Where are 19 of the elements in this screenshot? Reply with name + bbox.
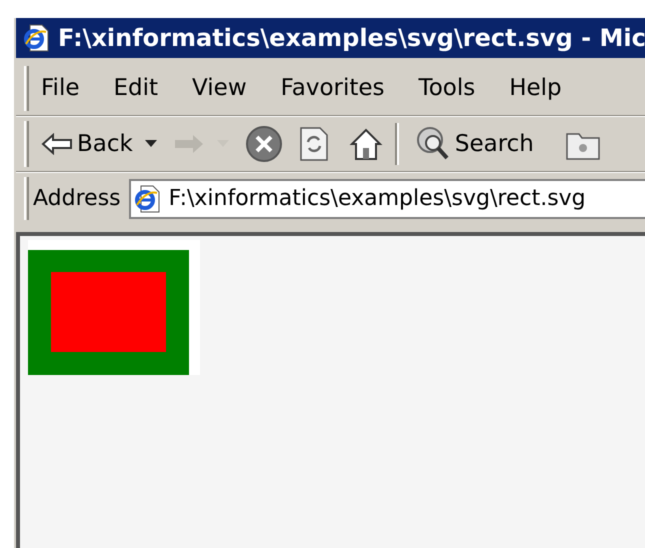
back-button[interactable]: Back [41,126,133,162]
left-arrow-icon [41,133,73,155]
right-arrow-icon [172,133,205,155]
window-title: F:\xinformatics\examples\svg\rect.svg - Mic [58,23,645,54]
browser-icon [24,24,50,52]
page-icon [134,184,161,212]
caret-icon[interactable] [144,140,157,148]
menu-item[interactable]: File [41,71,80,106]
menu-item[interactable]: Edit [114,71,158,106]
address-label: Address [33,185,121,213]
menu-item[interactable]: Help [509,71,562,106]
menu-item[interactable]: Favorites [280,71,385,106]
menu-item[interactable]: View [192,71,247,106]
address-field[interactable]: F:\xinformatics\examples\svg\rect.svg [128,178,645,218]
house-icon[interactable] [348,127,383,161]
menu-item[interactable]: Tools [418,71,476,106]
refresh-icon[interactable] [298,126,329,162]
stop-icon[interactable] [244,125,283,163]
search-button[interactable]: Search [414,125,534,163]
